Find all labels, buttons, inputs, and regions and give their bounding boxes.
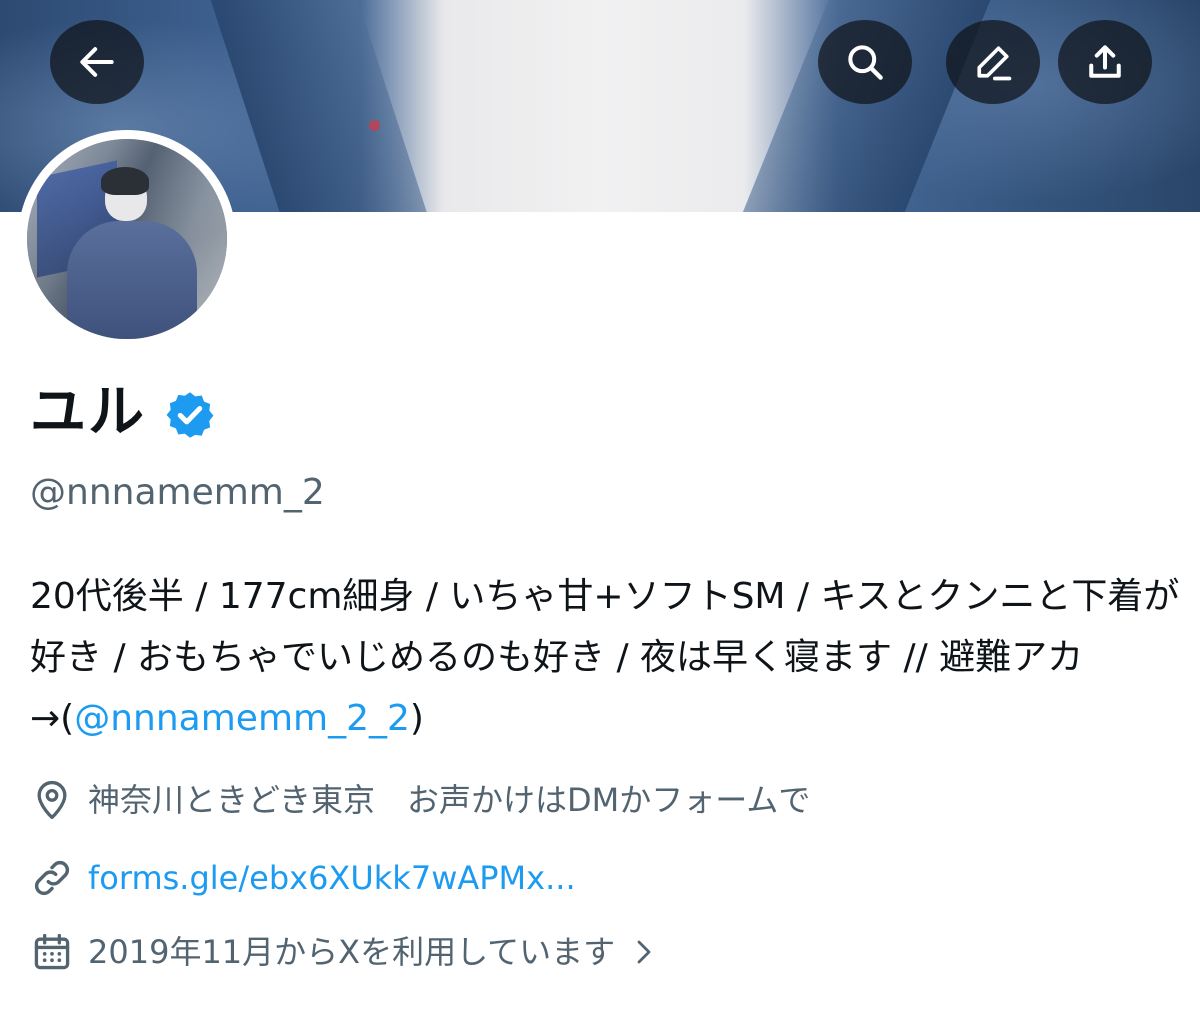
location-row: 神奈川ときどき東京 お声かけはDMかフォームで — [30, 778, 810, 822]
edit-button[interactable] — [946, 20, 1040, 104]
calendar-icon — [34, 933, 70, 970]
location-pin-icon — [37, 780, 67, 820]
banner-detail — [369, 120, 380, 131]
search-icon — [848, 45, 883, 80]
website-row: forms.gle/ebx6XUkk7wAPMx... — [30, 856, 576, 900]
username-handle: @nnnamemm_2 — [30, 472, 325, 513]
avatar[interactable] — [27, 139, 227, 339]
display-name-row: ユル — [30, 378, 216, 448]
link-icon — [34, 860, 70, 896]
avatar-figure-body — [67, 221, 197, 339]
website-link[interactable]: forms.gle/ebx6XUkk7wAPMx... — [88, 856, 576, 900]
arrow-left-icon — [80, 47, 114, 77]
pencil-icon — [977, 46, 1012, 81]
avatar-figure-hair — [101, 167, 149, 195]
chevron-right-icon — [637, 940, 651, 964]
bio-mention-link[interactable]: @nnnamemm_2_2 — [74, 698, 410, 739]
location-text: 神奈川ときどき東京 お声かけはDMかフォームで — [88, 781, 811, 819]
avatar-frame[interactable] — [18, 130, 236, 348]
share-icon — [1089, 45, 1121, 78]
display-name: ユル — [30, 380, 146, 445]
joined-text: 2019年11月からXを利用しています — [88, 933, 616, 971]
verified-badge-icon[interactable] — [164, 389, 216, 441]
search-button[interactable] — [818, 20, 912, 104]
back-button[interactable] — [50, 20, 144, 104]
joined-row[interactable]: 2019年11月からXを利用しています — [30, 930, 659, 974]
profile-bio: 20代後半 / 177cm細身 / いちゃ甘+ソフトSM / キスとクンニと下着… — [30, 566, 1180, 749]
share-button[interactable] — [1058, 20, 1152, 104]
bio-text-end: ) — [409, 698, 424, 739]
